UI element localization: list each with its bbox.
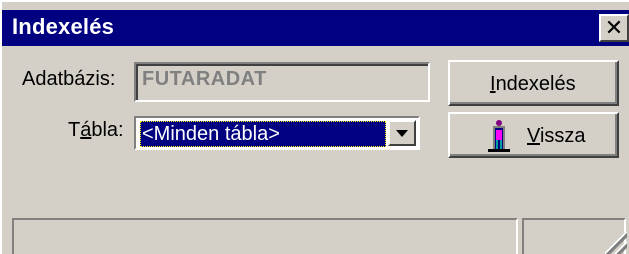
index-button-label: Indexelés <box>490 73 576 96</box>
table-label-end: bla: <box>91 119 124 141</box>
status-bar <box>2 212 629 254</box>
table-select-value[interactable]: <Minden tábla> <box>140 121 386 147</box>
door-exit-icon <box>488 120 510 152</box>
database-field: FUTARADAT <box>134 62 430 102</box>
back-button-label-rest: issza <box>539 125 586 147</box>
back-button-mnemonic: V <box>527 125 540 147</box>
status-panel-main <box>12 218 518 254</box>
back-button-label: Vissza <box>527 125 586 148</box>
table-label-mnemonic: á <box>80 119 92 141</box>
table-dropdown-button[interactable] <box>388 120 416 146</box>
database-value: FUTARADAT <box>142 68 267 90</box>
index-button-label-rest: ndexelés <box>495 73 576 95</box>
resize-grip-icon[interactable] <box>605 232 627 254</box>
close-button[interactable]: ✕ <box>599 14 629 42</box>
table-label-start: T <box>68 119 81 141</box>
database-label: Adatbázis: <box>22 68 116 90</box>
close-icon: ✕ <box>604 15 624 40</box>
indexing-dialog: Indexelés ✕ Adatbázis: FUTARADAT Tábla: … <box>0 0 629 254</box>
window-title: Indexelés <box>12 14 115 39</box>
chevron-down-icon <box>396 130 408 137</box>
index-button[interactable]: Indexelés <box>448 60 619 106</box>
table-select[interactable]: <Minden tábla> <box>134 116 420 150</box>
back-button[interactable]: Vissza <box>448 112 619 158</box>
table-label: Tábla: <box>68 119 124 142</box>
title-bar[interactable]: Indexelés ✕ <box>2 10 629 46</box>
